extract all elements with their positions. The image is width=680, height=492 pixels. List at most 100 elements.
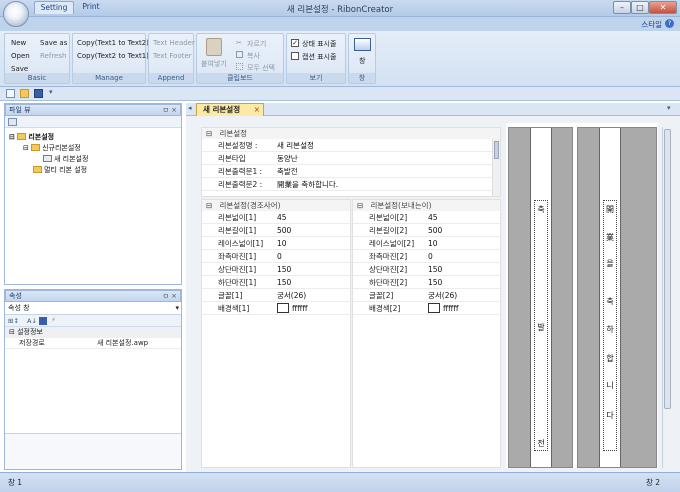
- save-icon[interactable]: [34, 89, 43, 98]
- property-category[interactable]: ⊟ 설정정보: [5, 327, 181, 338]
- events-icon[interactable]: ⚡: [51, 316, 56, 324]
- document-scrollbar[interactable]: [662, 127, 672, 468]
- grid-row[interactable]: 레이스넓이[2] 10: [353, 237, 500, 250]
- grid-row[interactable]: 상단마진[1] 150: [202, 263, 350, 276]
- grid-value[interactable]: 0: [277, 250, 282, 263]
- grid-value[interactable]: 150: [277, 276, 291, 289]
- cut-button[interactable]: 자르기: [247, 39, 266, 49]
- grid-value[interactable]: 궁서(26): [277, 289, 306, 302]
- paste-button[interactable]: 붙여넣기: [201, 59, 227, 69]
- tab-setting[interactable]: Setting: [34, 1, 74, 14]
- grid-scrollbar-thumb[interactable]: [494, 141, 499, 159]
- status-bar-checkbox[interactable]: ✓: [291, 39, 299, 47]
- tab-list-icon[interactable]: ▾: [667, 104, 671, 112]
- copy-button[interactable]: 복사: [247, 51, 260, 61]
- alphabetical-icon[interactable]: A↓: [27, 317, 37, 325]
- save-button[interactable]: Save: [11, 65, 28, 73]
- grid-value[interactable]: 10: [428, 237, 438, 250]
- grid-value[interactable]: 궁서(26): [428, 289, 457, 302]
- tree-item-multi-ribbon[interactable]: 멀티 리본 설정: [33, 165, 87, 175]
- grid-value[interactable]: 150: [428, 276, 442, 289]
- color-swatch[interactable]: [428, 303, 440, 313]
- tree-item-new-ribbon[interactable]: 새 리본설정: [43, 154, 88, 164]
- grid-row[interactable]: 리본길이[1] 500: [202, 224, 350, 237]
- file-view-close-icon[interactable]: ㅁ ×: [162, 105, 177, 115]
- grid-value[interactable]: 0: [428, 250, 433, 263]
- grid-value[interactable]: 10: [277, 237, 287, 250]
- grid-row[interactable]: 하단마진[1] 150: [202, 276, 350, 289]
- section-header-right[interactable]: ⊟ 리본설정(보내는이): [353, 200, 500, 211]
- combo-dropdown-icon[interactable]: ▾: [175, 302, 179, 314]
- grid-row[interactable]: 배경색[2] ffffff: [353, 302, 500, 315]
- grid-value[interactable]: 150: [428, 263, 442, 276]
- grid-row[interactable]: 리본설정명 : 새 리본설정: [202, 139, 500, 152]
- minimize-button[interactable]: –: [613, 1, 631, 14]
- grid-value[interactable]: 500: [277, 224, 291, 237]
- style-menu[interactable]: 스타일: [641, 19, 662, 30]
- grid-row[interactable]: 글꼴[2] 궁서(26): [353, 289, 500, 302]
- tab-print[interactable]: Print: [78, 1, 104, 14]
- new-button[interactable]: New: [11, 39, 26, 47]
- categorized-icon[interactable]: ⊞↕: [8, 317, 19, 325]
- properties-icon[interactable]: [8, 118, 17, 126]
- group-window-label: 창: [349, 73, 375, 83]
- close-button[interactable]: ✕: [649, 1, 677, 14]
- color-swatch[interactable]: [277, 303, 289, 313]
- property-pages-icon[interactable]: [39, 317, 47, 325]
- open-button[interactable]: Open: [11, 52, 30, 60]
- grid-row[interactable]: 리본출력문1 : 축발전: [202, 165, 500, 178]
- grid-row[interactable]: 리본넓이[1] 45: [202, 211, 350, 224]
- maximize-button[interactable]: □: [631, 1, 649, 14]
- customize-dropdown-icon[interactable]: ▾: [49, 88, 53, 96]
- help-icon[interactable]: ?: [665, 19, 674, 28]
- document-scrollbar-thumb[interactable]: [664, 129, 671, 409]
- grid-row[interactable]: 리본타입 동양난: [202, 152, 500, 165]
- grid-row[interactable]: 리본길이[2] 500: [353, 224, 500, 237]
- grid-value[interactable]: 45: [277, 211, 287, 224]
- tab-scroll-icon[interactable]: ◂: [188, 104, 192, 112]
- grid-value[interactable]: 동양난: [277, 152, 298, 165]
- grid-scrollbar[interactable]: [492, 139, 500, 196]
- ribbon-1-char: 전: [537, 439, 545, 448]
- grid-value[interactable]: 새 리본설정: [277, 139, 314, 152]
- text-footer-button[interactable]: Text Footer: [153, 52, 192, 60]
- copy-text1-to-text2-button[interactable]: Copy(Text1 to Text2): [77, 39, 149, 47]
- grid-row[interactable]: 리본넓이[2] 45: [353, 211, 500, 224]
- properties-combo[interactable]: 속성 창 ▾: [5, 302, 181, 315]
- document-tab[interactable]: 새 리본설정 ×: [196, 103, 264, 116]
- close-tab-icon[interactable]: ×: [254, 104, 260, 115]
- grid-value[interactable]: 45: [428, 211, 438, 224]
- grid-row[interactable]: 상단마진[2] 150: [353, 263, 500, 276]
- section-header-main[interactable]: ⊟ 리본설정: [202, 128, 500, 139]
- grid-value[interactable]: 開業을 축하합니다.: [277, 178, 338, 191]
- select-all-button[interactable]: 모두 선택: [247, 63, 275, 73]
- grid-value[interactable]: ffffff: [277, 302, 308, 315]
- grid-value[interactable]: 150: [277, 263, 291, 276]
- tree-item-root[interactable]: ⊟ 리본설정: [9, 132, 54, 142]
- refresh-button[interactable]: Refresh: [40, 52, 66, 60]
- caption-bar-checkbox[interactable]: [291, 52, 299, 60]
- grid-value[interactable]: 500: [428, 224, 442, 237]
- grid-row[interactable]: 레이스넓이[1] 10: [202, 237, 350, 250]
- new-icon[interactable]: [6, 89, 15, 98]
- text-header-button[interactable]: Text Header: [153, 39, 195, 47]
- grid-label: 리본설정명 :: [218, 141, 258, 150]
- grid-row[interactable]: 배경색[1] ffffff: [202, 302, 350, 315]
- grid-label: 리본타입: [218, 154, 246, 163]
- grid-row[interactable]: 좌측마진[2] 0: [353, 250, 500, 263]
- grid-value[interactable]: ffffff: [428, 302, 459, 315]
- window-button[interactable]: 창: [359, 56, 365, 66]
- grid-row[interactable]: 하단마진[2] 150: [353, 276, 500, 289]
- open-folder-icon[interactable]: [20, 89, 29, 98]
- grid-value[interactable]: 축발전: [277, 165, 298, 178]
- grid-row[interactable]: 좌측마진[1] 0: [202, 250, 350, 263]
- grid-row[interactable]: 리본출력문2 : 開業을 축하합니다.: [202, 178, 500, 191]
- properties-close-icon[interactable]: ㅁ ×: [162, 291, 177, 301]
- grid-row[interactable]: 글꼴[1] 궁서(26): [202, 289, 350, 302]
- copy-text2-to-text1-button[interactable]: Copy(Text2 to Text1): [77, 52, 149, 60]
- save-as-button[interactable]: Save as: [40, 39, 67, 47]
- tree-item-new-settings[interactable]: ⊟ 신규리본설정: [23, 143, 81, 153]
- app-menu-button[interactable]: [3, 1, 29, 27]
- section-header-left[interactable]: ⊟ 리본설정(경조사어): [202, 200, 350, 211]
- property-row[interactable]: 저장경로 새 리본설정.awp: [5, 338, 181, 349]
